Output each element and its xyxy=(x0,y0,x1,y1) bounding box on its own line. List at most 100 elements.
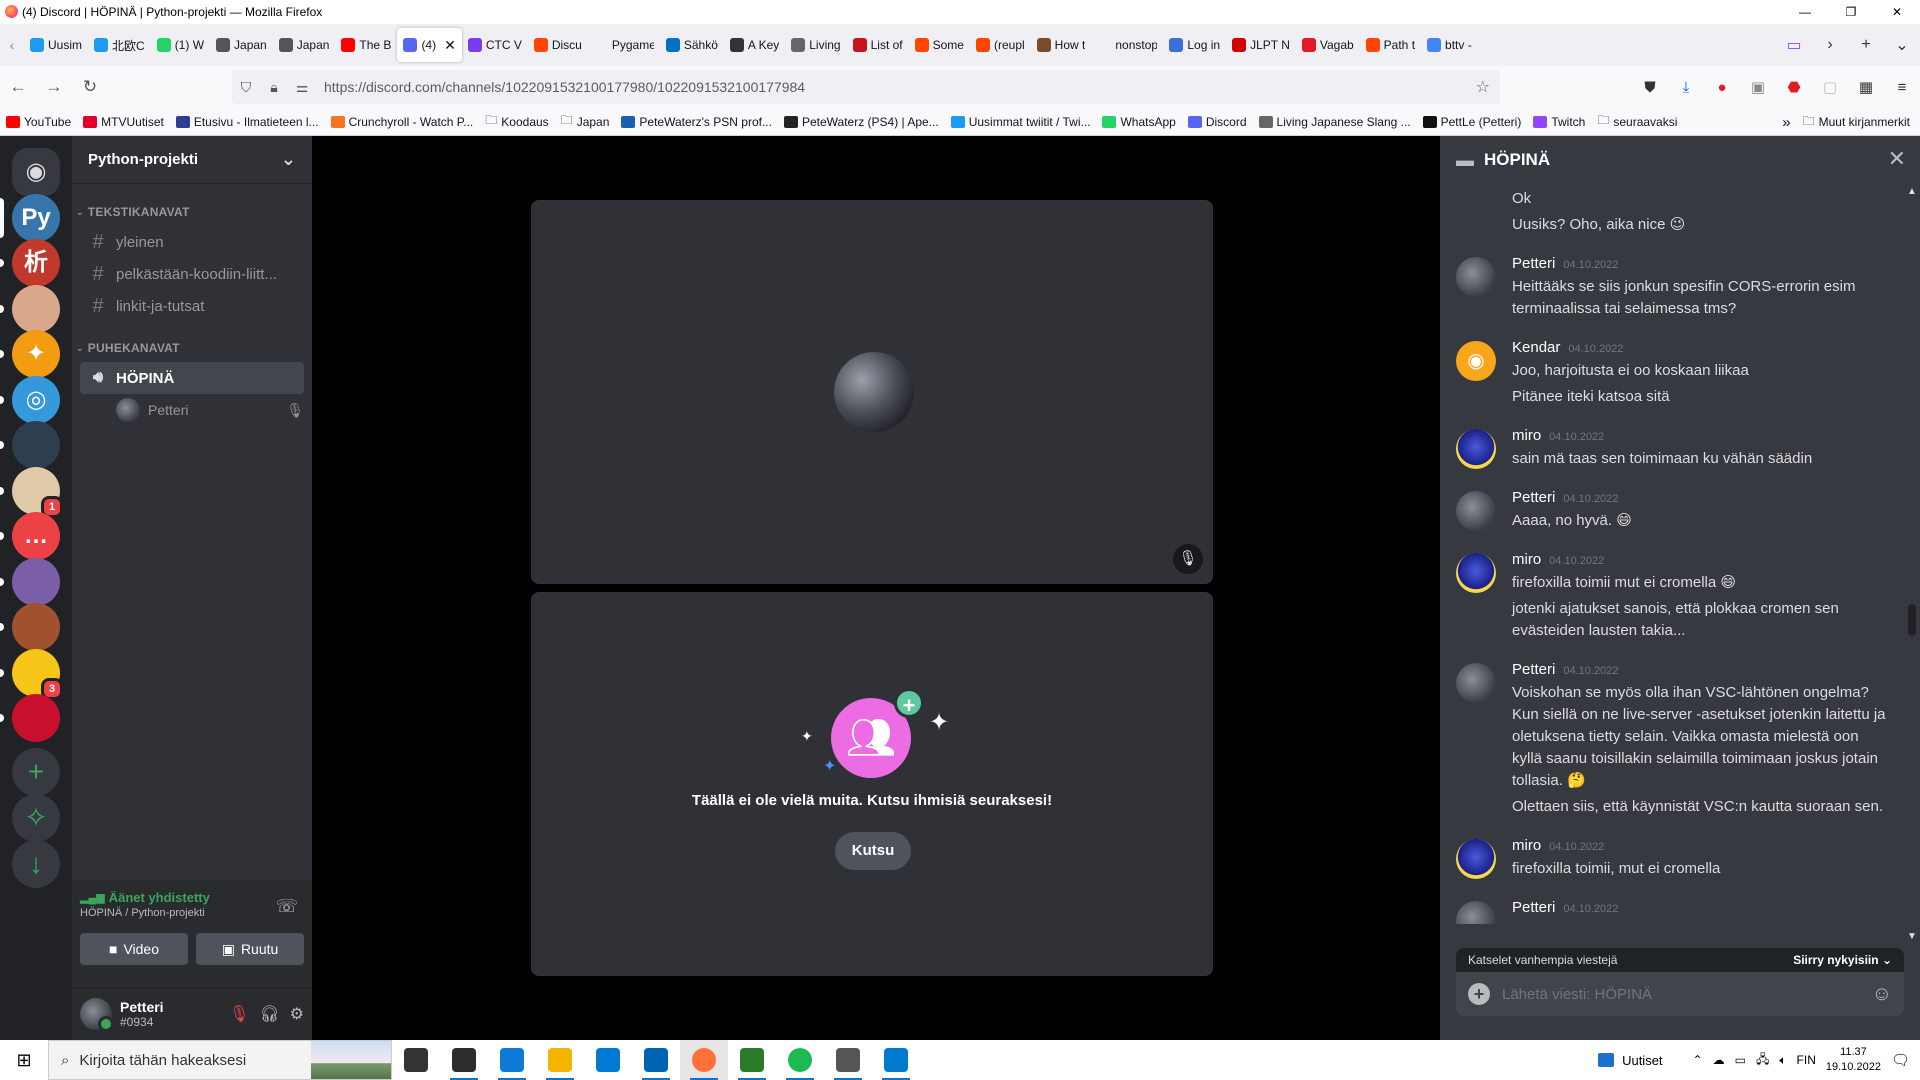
avatar[interactable] xyxy=(1456,491,1496,531)
server-icon-button[interactable]: 3 xyxy=(0,648,63,700)
browser-tab[interactable]: How t xyxy=(1031,28,1092,62)
browser-tab[interactable]: 北欧C xyxy=(88,28,151,62)
screen-share-button[interactable]: ▣ Ruutu xyxy=(196,933,304,965)
avatar[interactable] xyxy=(1456,901,1496,924)
clock[interactable]: 11.37 19.10.2022 xyxy=(1826,1045,1881,1075)
scroll-up-icon[interactable]: ▲ xyxy=(1907,186,1917,197)
voice-channel-hopina[interactable]: 🔊︎ HÖPINÄ xyxy=(80,362,304,394)
text-channel-item[interactable]: # linkit-ja-tutsat xyxy=(80,290,304,322)
server-icon-button[interactable]: 1 xyxy=(0,466,63,518)
bookmark-item[interactable]: Crunchyroll - Watch P... xyxy=(325,115,480,129)
taskbar-app-vpn[interactable] xyxy=(728,1040,776,1080)
bookmark-item[interactable]: Uusimmat twiitit / Twi... xyxy=(945,115,1097,129)
extension-red-icon[interactable]: ● xyxy=(1704,79,1740,96)
avatar[interactable] xyxy=(1456,257,1496,297)
avatar[interactable] xyxy=(1456,553,1496,593)
tray-overflow-icon[interactable]: ⌃ xyxy=(1693,1053,1703,1067)
disconnect-icon[interactable]: ☏ xyxy=(275,896,298,917)
invite-button[interactable]: Kutsu xyxy=(835,832,911,870)
browser-tab[interactable]: Pygame k xyxy=(588,28,660,62)
maximize-button[interactable]: ❐ xyxy=(1828,0,1874,24)
pocket-icon[interactable]: ⛊ xyxy=(1632,79,1668,96)
bookmark-item[interactable]: Etusivu - Ilmatieteen l... xyxy=(170,115,325,129)
volume-icon[interactable]: 🔈︎ xyxy=(1779,1053,1786,1068)
browser-tab[interactable]: Discu xyxy=(528,28,588,62)
text-channel-item[interactable]: # pelkästään-koodiin-liitt... xyxy=(80,258,304,290)
network-icon[interactable]: 🖧︎ xyxy=(1756,1050,1769,1071)
server-header[interactable]: Python-projekti ⌄ xyxy=(72,136,312,184)
browser-tab[interactable]: Vagab xyxy=(1296,28,1360,62)
other-bookmarks-folder[interactable]: 🗀︎ Muut kirjanmerkit xyxy=(1803,112,1910,133)
extension-blank-icon[interactable]: ▢ xyxy=(1812,78,1848,96)
add-server-button[interactable]: + xyxy=(12,747,60,796)
browser-tab[interactable]: nonstop_l xyxy=(1091,28,1163,62)
emoji-picker-icon[interactable]: ☺ xyxy=(1872,983,1892,1006)
bookmark-item[interactable]: WhatsApp xyxy=(1096,115,1181,129)
home-button[interactable]: ◉ xyxy=(12,148,60,196)
message-input[interactable] xyxy=(1502,985,1802,1003)
browser-tab[interactable]: Uusim xyxy=(24,28,88,62)
url-text[interactable]: https://discord.com/channels/10220915321… xyxy=(324,79,805,95)
bookmark-item[interactable]: PeteWaterz's PSN prof... xyxy=(615,115,778,129)
video-button[interactable]: ■ Video xyxy=(80,933,188,965)
message-author[interactable]: Petteri xyxy=(1512,253,1555,275)
bookmark-item[interactable]: MTVUutiset xyxy=(77,115,170,129)
browser-tab[interactable]: The B xyxy=(335,28,397,62)
taskbar-app-media-app[interactable] xyxy=(824,1040,872,1080)
close-window-button[interactable]: ✕ xyxy=(1874,0,1920,24)
user-info[interactable]: Petteri #0934 xyxy=(120,999,164,1029)
taskbar-app-store[interactable] xyxy=(584,1040,632,1080)
voice-member[interactable]: Petteri 🎙︎ xyxy=(116,396,304,424)
chat-message[interactable]: Petteri 04.10.2022 Heittääks se siis jonku… xyxy=(1440,253,1904,320)
server-icon-button[interactable] xyxy=(0,284,60,333)
tabs-scroll-left-icon[interactable]: ‹ xyxy=(0,37,24,53)
browser-tab[interactable]: CTC V xyxy=(462,28,528,62)
browser-tab[interactable]: Log in xyxy=(1163,28,1226,62)
close-icon[interactable]: ✕ xyxy=(1888,146,1906,172)
gear-icon[interactable]: ⚙ xyxy=(290,1004,304,1024)
message-author[interactable]: Petteri xyxy=(1512,897,1555,919)
browser-tab[interactable]: (reupl xyxy=(970,28,1031,62)
server-icon-button[interactable] xyxy=(0,694,60,742)
notifications-icon[interactable]: 🗨︎ xyxy=(1891,1051,1910,1069)
bookmark-item[interactable]: Discord xyxy=(1182,115,1253,129)
explore-button[interactable]: ✧ xyxy=(12,793,60,842)
server-icon-button[interactable]: … xyxy=(0,512,60,560)
taskbar-app-file-explorer[interactable] xyxy=(536,1040,584,1080)
avatar[interactable]: ◉ xyxy=(1456,341,1496,381)
chat-message[interactable]: Ok Uusiks? Oho, aika nice 😉 xyxy=(1440,188,1904,236)
avatar[interactable] xyxy=(1456,429,1496,469)
message-author[interactable]: Petteri xyxy=(1512,659,1555,681)
close-tab-icon[interactable]: ✕ xyxy=(444,37,456,54)
chat-message[interactable]: Petteri 04.10.2022 xyxy=(1440,897,1904,924)
voice-channels-category[interactable]: ⌄ PUHEKANAVAT xyxy=(72,338,312,358)
browser-tab[interactable]: Japan xyxy=(273,28,336,62)
forward-button[interactable]: → xyxy=(36,77,72,97)
server-icon-button[interactable]: ◎ xyxy=(0,375,60,424)
taskbar-app-task-view[interactable] xyxy=(392,1040,440,1080)
server-icon-button[interactable] xyxy=(0,421,60,469)
browser-tab[interactable]: (1) W xyxy=(151,28,210,62)
reader-grid-icon[interactable]: ▦ xyxy=(1848,78,1884,96)
bookmark-item[interactable]: YouTube xyxy=(0,115,77,129)
chat-message[interactable]: Petteri 04.10.2022 Voiskohan se myös olla … xyxy=(1440,659,1904,818)
downloads-icon[interactable]: ⤓ xyxy=(1668,79,1704,96)
scroll-down-icon[interactable]: ▼ xyxy=(1907,931,1917,942)
browser-tab[interactable]: List of xyxy=(847,28,909,62)
server-icon-button[interactable]: Py xyxy=(0,193,60,242)
bookmark-item[interactable]: PettLe (Petteri) xyxy=(1417,115,1528,129)
chat-scrollbar[interactable]: ▲ ▼ xyxy=(1904,184,1920,944)
participant-tile[interactable]: 🎙︎ xyxy=(531,200,1213,584)
browser-tab[interactable]: Japan xyxy=(210,28,273,62)
browser-tab[interactable]: Sähkö xyxy=(660,28,724,62)
address-bar[interactable]: ⛉ 🔒︎ ⚌ https://discord.com/channels/1022… xyxy=(232,70,1500,104)
text-channels-category[interactable]: ⌄ TEKSTIKANAVAT xyxy=(72,202,312,222)
input-language[interactable]: FIN xyxy=(1797,1053,1816,1067)
bookmark-item[interactable]: 🗀︎ Koodaus xyxy=(479,111,554,132)
chat-message[interactable]: ◉ Kendar 04.10.2022 Joo, harjoitusta ei oo … xyxy=(1440,337,1904,408)
add-attachment-icon[interactable]: + xyxy=(1468,983,1490,1005)
news-widget[interactable]: Uutiset xyxy=(1598,1053,1663,1068)
new-tab-button[interactable]: + xyxy=(1848,36,1884,54)
chat-message[interactable]: miro 04.10.2022 firefoxilla toimii mut ei … xyxy=(1440,549,1904,642)
voice-connected-status[interactable]: ▂▄▆ Äänet yhdistetty xyxy=(80,890,304,905)
